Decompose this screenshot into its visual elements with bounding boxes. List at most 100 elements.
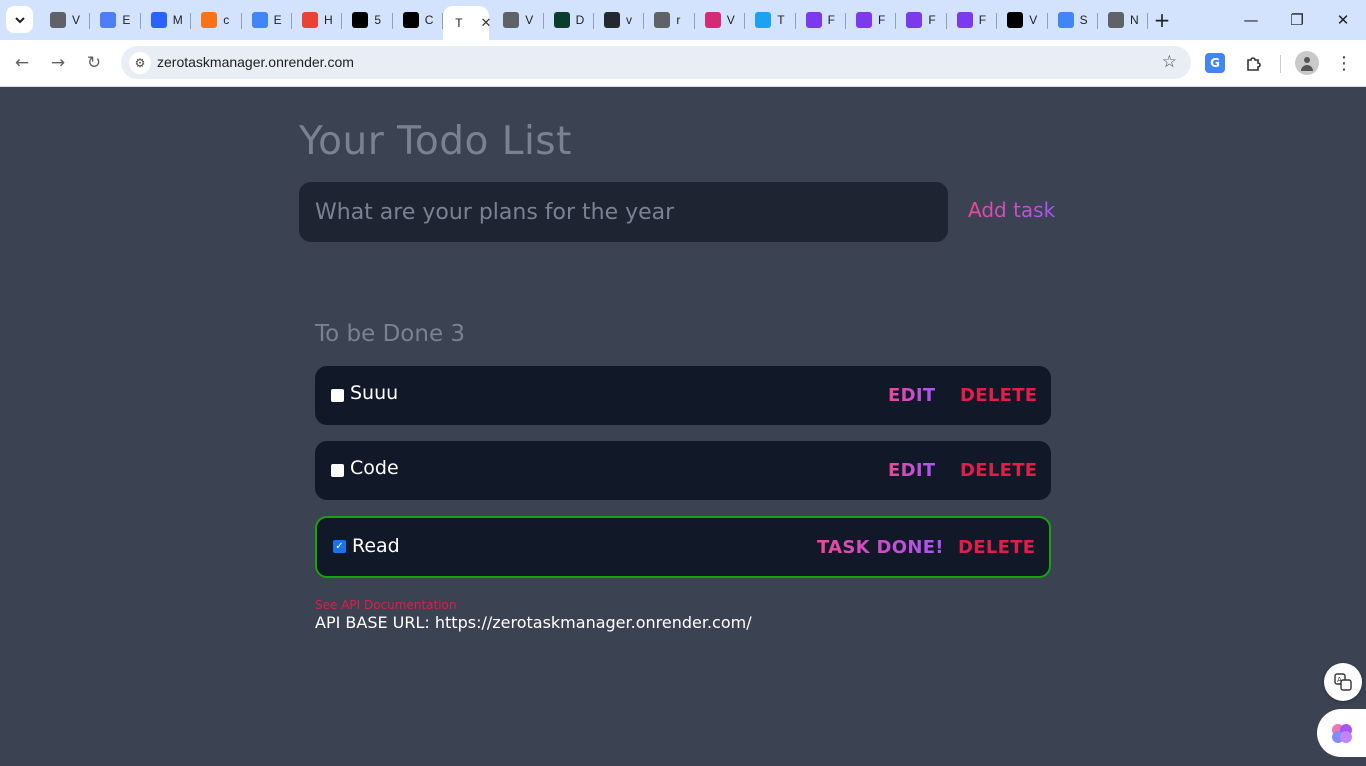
browser-tab[interactable]: D <box>544 0 594 40</box>
google-icon <box>302 12 318 28</box>
tab-title: D <box>575 13 585 27</box>
browser-tab[interactable]: v <box>594 0 645 40</box>
add-task-button[interactable]: Add task <box>968 198 1055 222</box>
restore-button[interactable]: ❐ <box>1274 0 1320 40</box>
site-info-icon[interactable]: ⚙ <box>129 52 151 74</box>
browser-tab[interactable]: H <box>292 0 343 40</box>
tab-title: T <box>777 13 785 27</box>
bookmark-star-icon[interactable]: ☆ <box>1162 52 1177 72</box>
tab-title: H <box>324 13 333 27</box>
browser-tab[interactable]: F <box>947 0 998 40</box>
translate-float-button[interactable]: A <box>1324 663 1362 701</box>
address-bar[interactable]: ⚙ zerotaskmanager.onrender.com ☆ <box>121 46 1191 79</box>
browser-tab[interactable]: r <box>644 0 695 40</box>
link-icon <box>201 12 218 28</box>
task-row: Code EDIT DELETE <box>315 441 1051 500</box>
browser-menu-icon[interactable]: ⋮ <box>1332 51 1356 75</box>
task-name: Code <box>350 457 399 479</box>
edit-button[interactable]: EDIT <box>888 385 935 406</box>
edit-button[interactable]: EDIT <box>888 460 935 481</box>
task-checkbox-checked[interactable]: ✓ <box>333 540 346 553</box>
home-icon <box>1007 12 1024 28</box>
browser-tab[interactable]: V <box>695 0 746 40</box>
svg-text:A: A <box>1337 676 1342 684</box>
task-row: Suuu EDIT DELETE <box>315 366 1051 425</box>
translate-icon: A <box>1334 673 1352 691</box>
delete-button[interactable]: DELETE <box>960 460 1037 481</box>
tab-title: S <box>1079 13 1088 27</box>
docs-icon <box>251 12 268 28</box>
tab-title: V <box>525 13 534 27</box>
delete-button[interactable]: DELETE <box>958 537 1035 558</box>
puzzle-icon <box>402 12 419 28</box>
reload-button[interactable]: ↻ <box>81 50 107 76</box>
task-checkbox[interactable] <box>331 464 344 477</box>
minimize-button[interactable]: — <box>1228 0 1274 40</box>
browser-tab[interactable]: N <box>1098 0 1149 40</box>
puzzle-icon <box>352 12 369 28</box>
tab-title: E <box>122 13 131 27</box>
tab-title: M <box>172 13 183 27</box>
extensions-puzzle-icon[interactable] <box>1242 51 1266 75</box>
url-text[interactable]: zerotaskmanager.onrender.com <box>157 54 354 70</box>
profile-avatar[interactable] <box>1295 51 1319 75</box>
forward-button[interactable]: → <box>45 50 71 76</box>
tab-title: E <box>273 13 282 27</box>
browser-tab[interactable]: V <box>493 0 544 40</box>
checkmark-icon: ✓ <box>335 541 344 552</box>
tab-strip: V E Mc E H 5 C T ✕ V Dv r V T F F F F V S N + — ❐ ✕ <box>0 0 1366 40</box>
tab-title: F <box>928 13 936 27</box>
globe-icon <box>1108 12 1124 28</box>
browser-tab[interactable]: c <box>191 0 242 40</box>
back-button[interactable]: ← <box>9 50 35 76</box>
new-tab-button[interactable]: + <box>1151 8 1173 32</box>
browser-tab[interactable]: V <box>997 0 1048 40</box>
cloud-icon <box>100 12 117 28</box>
close-window-button[interactable]: ✕ <box>1320 0 1366 40</box>
api-docs-link[interactable]: See API Documentation <box>315 598 457 612</box>
grid-icon <box>150 12 167 28</box>
task-row-done: ✓ Read TASK DONE! DELETE <box>315 516 1051 578</box>
browser-tab[interactable]: 5 <box>342 0 393 40</box>
chevron-down-icon <box>14 16 25 23</box>
chat-icon <box>654 12 671 28</box>
tab-title: r <box>676 13 681 27</box>
browser-tab[interactable]: F <box>796 0 846 40</box>
tab-title: F <box>978 13 987 27</box>
tab-active[interactable]: T ✕ <box>443 6 492 40</box>
delete-button[interactable]: DELETE <box>960 385 1037 406</box>
task-name: Suuu <box>350 382 399 404</box>
tab-title: V <box>726 13 735 27</box>
chat-heart-icon <box>856 12 872 28</box>
api-base-url: API BASE URL: https://zerotaskmanager.on… <box>315 613 752 632</box>
task-checkbox[interactable] <box>331 389 344 402</box>
assistant-float-button[interactable] <box>1317 709 1366 757</box>
chat-heart-icon <box>956 12 973 28</box>
tab-title: C <box>424 13 434 27</box>
tab-title: F <box>878 13 886 27</box>
tab-separator <box>1147 13 1149 29</box>
tab-search-button[interactable] <box>6 6 33 33</box>
reload-icon: ↻ <box>86 53 102 73</box>
browser-tab[interactable]: F <box>896 0 947 40</box>
task-input[interactable] <box>299 182 948 242</box>
browser-tab[interactable]: C <box>393 0 444 40</box>
browser-tab[interactable]: V <box>40 0 91 40</box>
instagram-icon <box>704 12 721 28</box>
github-icon <box>604 12 620 28</box>
section-label: To be Done 3 <box>315 321 466 347</box>
tab-close-icon[interactable]: ✕ <box>481 15 492 31</box>
browser-tab[interactable]: T <box>745 0 796 40</box>
tab-title: V <box>72 13 81 27</box>
back-arrow-icon: ← <box>14 53 30 73</box>
google-translate-icon[interactable]: G <box>1205 53 1225 73</box>
browser-tab[interactable]: M <box>141 0 192 40</box>
task-done-button[interactable]: TASK DONE! <box>817 537 944 558</box>
globe-icon <box>503 12 520 28</box>
browser-tab[interactable]: S <box>1048 0 1098 40</box>
circle-c-icon <box>755 12 772 28</box>
browser-tab[interactable]: E <box>90 0 141 40</box>
browser-tab[interactable]: F <box>846 0 897 40</box>
browser-tab[interactable]: E <box>242 0 292 40</box>
leaf-icon <box>553 12 570 28</box>
